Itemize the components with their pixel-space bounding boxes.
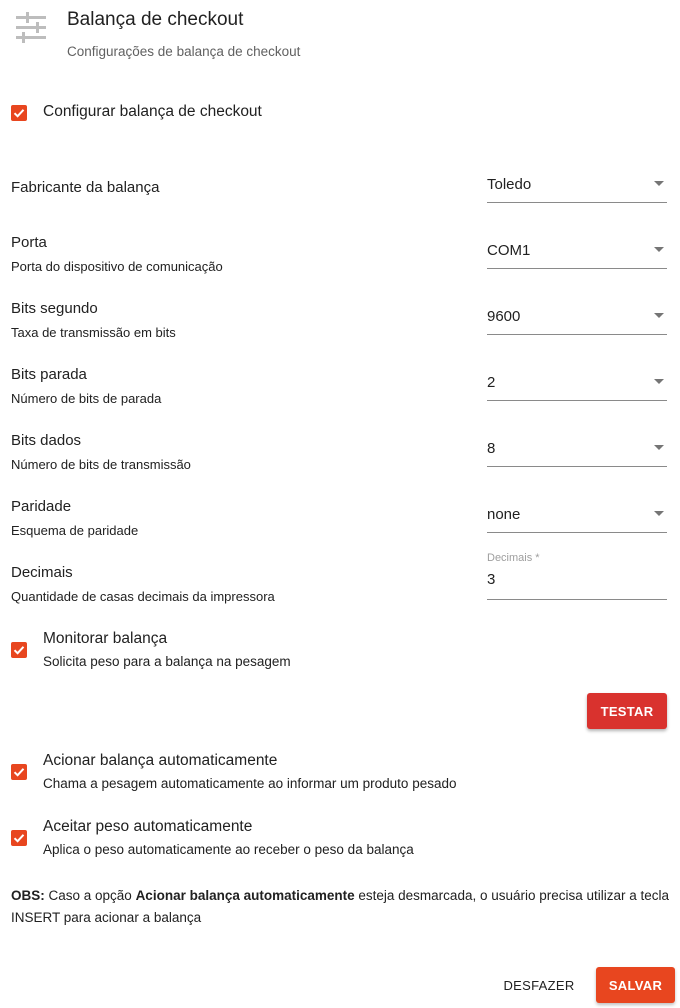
obs-text-1: Caso a opção [44, 888, 136, 903]
page-title: Balança de checkout [67, 9, 244, 30]
port-label: Porta [11, 234, 47, 251]
decimals-input[interactable]: Decimais * 3 [487, 552, 667, 600]
obs-bold-text: Acionar balança automaticamente [135, 888, 355, 903]
baud-rate-select[interactable]: 9600 [487, 303, 667, 335]
parity-description: Esquema de paridade [11, 523, 139, 538]
check-icon [13, 109, 25, 118]
baud-rate-value: 9600 [487, 308, 521, 325]
monitor-scale-label: Monitorar balança [43, 630, 168, 647]
dropdown-arrow-icon [654, 247, 664, 252]
port-select[interactable]: COM1 [487, 237, 667, 269]
auto-accept-description: Aplica o peso automaticamente ao receber… [43, 842, 414, 857]
test-button[interactable]: TESTAR [587, 693, 667, 729]
baud-rate-label: Bits segundo [11, 300, 98, 317]
monitor-scale-checkbox[interactable] [11, 642, 27, 658]
baud-rate-description: Taxa de transmissão em bits [11, 325, 176, 340]
configure-scale-label: Configurar balança de checkout [43, 103, 262, 120]
observation-note: OBS: Caso a opção Acionar balança automa… [11, 885, 671, 929]
data-bits-label: Bits dados [11, 432, 82, 449]
parity-select[interactable]: none [487, 501, 667, 533]
check-icon [13, 768, 25, 777]
stop-bits-label: Bits parada [11, 366, 87, 383]
manufacturer-select[interactable]: Toledo [487, 171, 667, 203]
page-header: Balança de checkout Configurações de bal… [0, 0, 680, 80]
stop-bits-description: Número de bits de parada [11, 391, 162, 406]
auto-accept-checkbox[interactable] [11, 830, 27, 846]
dropdown-arrow-icon [654, 445, 664, 450]
decimals-input-label: Decimais * [487, 552, 540, 564]
auto-trigger-checkbox[interactable] [11, 764, 27, 780]
data-bits-description: Número de bits de transmissão [11, 457, 191, 472]
decimals-description: Quantidade de casas decimais da impresso… [11, 589, 275, 604]
check-icon [13, 834, 25, 843]
manufacturer-value: Toledo [487, 176, 532, 193]
port-description: Porta do dispositivo de comunicação [11, 259, 223, 274]
data-bits-select[interactable]: 8 [487, 435, 667, 467]
dropdown-arrow-icon [654, 181, 664, 186]
dropdown-arrow-icon [654, 379, 664, 384]
auto-accept-label: Aceitar peso automaticamente [43, 818, 253, 835]
dropdown-arrow-icon [654, 511, 664, 516]
data-bits-value: 8 [487, 440, 496, 457]
save-button[interactable]: SALVAR [596, 967, 675, 1003]
dropdown-arrow-icon [654, 313, 664, 318]
check-icon [13, 646, 25, 655]
undo-button[interactable]: DESFAZER [492, 967, 586, 1003]
tune-sliders-icon [16, 12, 46, 43]
obs-prefix: OBS: [11, 888, 45, 903]
stop-bits-value: 2 [487, 374, 496, 391]
decimals-input-value: 3 [487, 571, 496, 588]
auto-trigger-description: Chama a pesagem automaticamente ao infor… [43, 776, 457, 791]
monitor-scale-description: Solicita peso para a balança na pesagem [43, 654, 291, 669]
auto-trigger-label: Acionar balança automaticamente [43, 752, 278, 769]
parity-label: Paridade [11, 498, 72, 515]
manufacturer-label: Fabricante da balança [11, 179, 160, 196]
configure-scale-checkbox[interactable] [11, 105, 27, 121]
stop-bits-select[interactable]: 2 [487, 369, 667, 401]
port-value: COM1 [487, 242, 531, 259]
decimals-label: Decimais [11, 564, 73, 581]
parity-value: none [487, 506, 521, 523]
page-subtitle: Configurações de balança de checkout [67, 44, 301, 59]
